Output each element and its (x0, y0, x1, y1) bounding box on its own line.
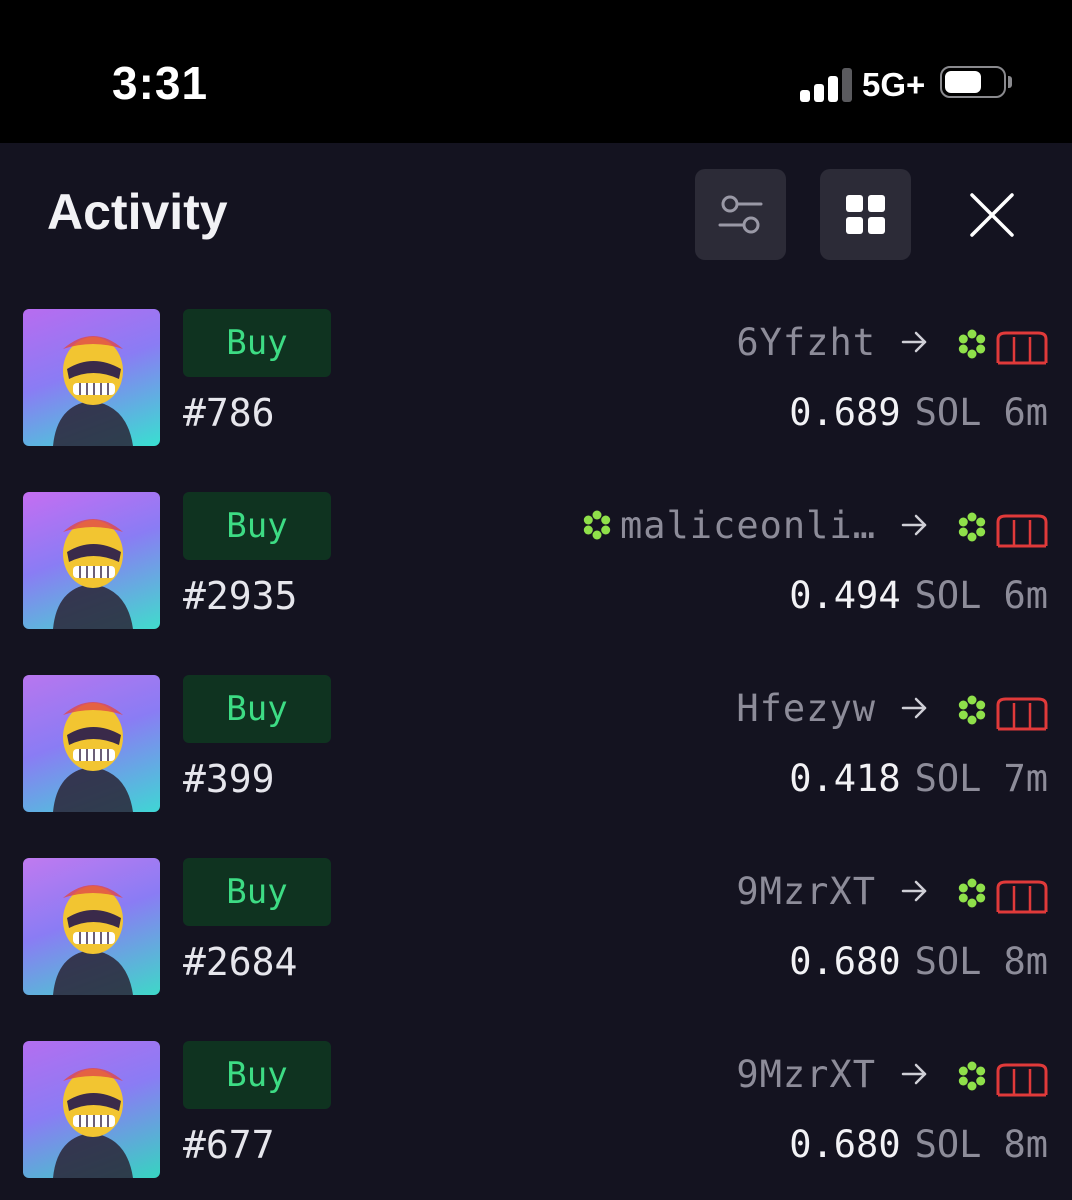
marketplace-badge[interactable] (957, 695, 987, 725)
status-time: 3:31 (112, 57, 209, 109)
buyer-address[interactable]: 9MzrXT (736, 870, 876, 913)
buyer-address[interactable]: 9MzrXT (736, 1053, 876, 1096)
magic-eden-icon[interactable] (996, 695, 1048, 731)
nft-thumbnail[interactable] (23, 309, 160, 446)
marketplace-badge[interactable] (957, 512, 987, 542)
token-id[interactable]: #399 (183, 757, 275, 801)
price-currency: SOL (914, 757, 982, 800)
marketplace-flower-icon (958, 695, 986, 725)
arrow-right-icon (901, 880, 927, 902)
marketplace-flower-icon (958, 878, 986, 908)
magic-eden-icon[interactable] (996, 878, 1048, 914)
buyer-info: 9MzrXT (736, 1049, 876, 1099)
activity-row[interactable]: Buy #2935 maliceonli… 0.494 SOL 6m (0, 492, 1072, 642)
nft-avatar-image (53, 885, 133, 995)
buyer-info: Hfezyw (736, 683, 876, 733)
nft-thumbnail[interactable] (23, 858, 160, 995)
activity-type-badge: Buy (183, 675, 331, 743)
nft-thumbnail[interactable] (23, 1041, 160, 1178)
buyer-info: maliceonli… (582, 500, 876, 550)
price-value: 0.494 (789, 574, 901, 617)
grid-icon (846, 195, 885, 234)
activity-panel: Activity Buy #786 6Yfzht 0.689 SOL 6m Bu… (0, 143, 1072, 1200)
price-info: 0.680 SOL 8m (789, 1123, 1048, 1166)
magic-eden-icon[interactable] (996, 1061, 1048, 1097)
nft-avatar-image (53, 702, 133, 812)
buyer-address[interactable]: 6Yfzht (736, 321, 876, 364)
token-id[interactable]: #2684 (183, 940, 297, 984)
activity-type-badge: Buy (183, 858, 331, 926)
grid-view-button[interactable] (820, 169, 911, 260)
marketplace-badge[interactable] (957, 878, 987, 908)
marketplace-flower-icon (958, 512, 986, 542)
nft-thumbnail[interactable] (23, 492, 160, 629)
activity-row[interactable]: Buy #786 6Yfzht 0.689 SOL 6m (0, 309, 1072, 459)
nft-thumbnail[interactable] (23, 675, 160, 812)
price-currency: SOL (914, 940, 982, 983)
sliders-icon (718, 195, 763, 234)
battery-icon (940, 66, 1012, 102)
price-info: 0.680 SOL 8m (789, 940, 1048, 983)
arrow-right-icon (901, 514, 927, 536)
time-ago: 7m (1003, 757, 1048, 800)
marketplace-badge[interactable] (957, 329, 987, 359)
network-type: 5G+ (862, 66, 926, 103)
verified-badge-icon (583, 510, 611, 540)
buyer-info: 6Yfzht (736, 317, 876, 367)
token-id[interactable]: #677 (183, 1123, 275, 1167)
price-info: 0.689 SOL 6m (789, 391, 1048, 434)
price-value: 0.689 (789, 391, 901, 434)
time-ago: 6m (1003, 574, 1048, 617)
time-ago: 6m (1003, 391, 1048, 434)
buyer-address[interactable]: Hfezyw (736, 687, 876, 730)
nft-avatar-image (53, 519, 133, 629)
activity-type-badge: Buy (183, 309, 331, 377)
price-value: 0.680 (789, 940, 901, 983)
magic-eden-icon[interactable] (996, 512, 1048, 548)
activity-type-badge: Buy (183, 492, 331, 560)
status-bar: 3:31 5G+ (0, 0, 1072, 143)
filter-button[interactable] (695, 169, 786, 260)
activity-row[interactable]: Buy #399 Hfezyw 0.418 SOL 7m (0, 675, 1072, 825)
marketplace-flower-icon (958, 1061, 986, 1091)
activity-row[interactable]: Buy #677 9MzrXT 0.680 SOL 8m (0, 1041, 1072, 1191)
price-info: 0.494 SOL 6m (789, 574, 1048, 617)
token-id[interactable]: #786 (183, 391, 275, 435)
token-id[interactable]: #2935 (183, 574, 297, 618)
price-currency: SOL (914, 574, 982, 617)
price-value: 0.680 (789, 1123, 901, 1166)
buyer-address[interactable]: maliceonli… (620, 504, 876, 547)
time-ago: 8m (1003, 1123, 1048, 1166)
page-title: Activity (47, 184, 228, 240)
time-ago: 8m (1003, 940, 1048, 983)
price-info: 0.418 SOL 7m (789, 757, 1048, 800)
signal-strength-icon (800, 66, 856, 102)
magic-eden-icon[interactable] (996, 329, 1048, 365)
activity-row[interactable]: Buy #2684 9MzrXT 0.680 SOL 8m (0, 858, 1072, 1008)
price-currency: SOL (914, 391, 982, 434)
nft-avatar-image (53, 336, 133, 446)
arrow-right-icon (901, 1063, 927, 1085)
close-icon (970, 193, 1014, 237)
buyer-info: 9MzrXT (736, 866, 876, 916)
close-button[interactable] (960, 183, 1024, 247)
price-currency: SOL (914, 1123, 982, 1166)
activity-type-badge: Buy (183, 1041, 331, 1109)
marketplace-badge[interactable] (957, 1061, 987, 1091)
arrow-right-icon (901, 331, 927, 353)
nft-avatar-image (53, 1068, 133, 1178)
arrow-right-icon (901, 697, 927, 719)
price-value: 0.418 (789, 757, 901, 800)
marketplace-flower-icon (958, 329, 986, 359)
